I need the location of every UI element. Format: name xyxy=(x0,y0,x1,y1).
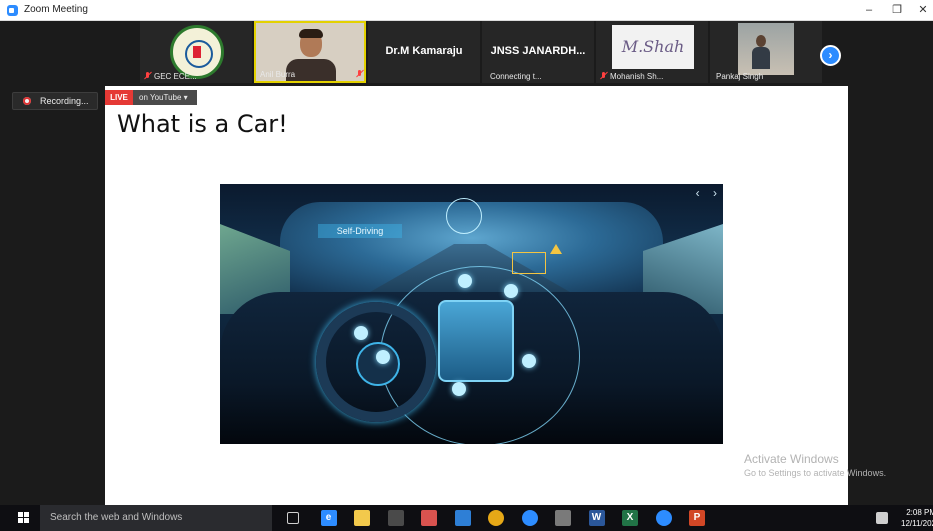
music-icon xyxy=(376,350,390,364)
taskbar-clock[interactable]: 2:08 PM 12/11/202 xyxy=(896,507,933,529)
camera-icon xyxy=(522,354,536,368)
image-nav: ‹ › xyxy=(696,186,717,200)
self-driving-car-image: Self-Driving ‹ › xyxy=(220,184,723,444)
paint-icon[interactable] xyxy=(421,510,437,526)
signature-image: M.Shah xyxy=(612,25,694,69)
powerpoint-icon[interactable]: P xyxy=(689,510,705,526)
participant-status: Connecting t... xyxy=(490,72,542,81)
close-button[interactable]: ✕ xyxy=(910,1,933,20)
window-title: Zoom Meeting xyxy=(24,4,88,15)
muted-mic-icon xyxy=(356,70,363,78)
live-badge: LIVE xyxy=(105,90,133,105)
muted-mic-icon xyxy=(144,72,151,80)
photos-icon[interactable] xyxy=(454,510,471,526)
zoom-app-icon[interactable] xyxy=(655,510,672,526)
chevron-left-icon: ‹ xyxy=(695,186,700,200)
edge-icon[interactable]: e xyxy=(320,510,337,526)
participant-tile[interactable]: GEC ECE... xyxy=(140,21,252,83)
media-player-icon[interactable] xyxy=(555,510,571,526)
watermark-subtitle: Go to Settings to activate Windows. xyxy=(744,468,887,478)
taskbar-search[interactable]: Search the web and Windows xyxy=(40,505,272,531)
participant-strip: GEC ECE... Anil Burra Dr.M Kamaraju JNSS… xyxy=(140,21,840,83)
zoom-logo-icon xyxy=(7,5,18,16)
warning-icon xyxy=(550,244,562,254)
recording-indicator[interactable]: Recording... xyxy=(12,92,98,110)
participant-name: Anil Burra xyxy=(260,70,296,79)
college-logo-icon xyxy=(170,25,224,79)
title-bar: Zoom Meeting – ❐ ✕ xyxy=(0,0,933,21)
participant-name: Mohanish Sh... xyxy=(610,72,664,81)
self-driving-label: Self-Driving xyxy=(318,224,402,238)
participant-display-name: JNSS JANARDH... xyxy=(490,45,586,57)
word-icon[interactable]: W xyxy=(588,510,605,526)
task-view-icon[interactable] xyxy=(287,512,299,524)
watermark-title: Activate Windows xyxy=(744,452,839,466)
participant-tile[interactable]: Dr.M Kamaraju xyxy=(368,21,480,83)
location-icon xyxy=(458,274,472,288)
participant-tile-active-speaker[interactable]: Anil Burra xyxy=(254,21,366,83)
participant-tile[interactable]: JNSS JANARDH... Connecting t... xyxy=(482,21,594,83)
chrome-icon[interactable] xyxy=(488,510,504,526)
slide-title: What is a Car! xyxy=(117,110,288,138)
notification-icon[interactable] xyxy=(876,512,888,524)
chevron-right-icon: › xyxy=(713,186,717,200)
next-participants-button[interactable]: › xyxy=(820,45,841,66)
search-placeholder: Search the web and Windows xyxy=(50,512,183,523)
steering-wheel xyxy=(316,302,436,422)
participant-tile[interactable]: M.Shah Mohanish Sh... xyxy=(596,21,708,83)
activate-windows-watermark: Activate Windows Go to Settings to activ… xyxy=(744,452,933,478)
windows-taskbar: Search the web and Windows e W X P 2:08 PM … xyxy=(0,505,933,531)
record-icon xyxy=(23,97,31,105)
clock-date: 12/11/202 xyxy=(901,519,933,528)
maximize-button[interactable]: ❐ xyxy=(884,1,910,20)
play-icon xyxy=(452,382,466,396)
file-explorer-icon[interactable] xyxy=(354,510,370,526)
settings-icon xyxy=(354,326,368,340)
participant-tile[interactable]: Pankaj Singh xyxy=(710,21,822,83)
clock-time: 2:08 PM xyxy=(906,508,933,517)
zoom-icon[interactable] xyxy=(521,510,538,526)
shared-screen: LIVE on YouTube ▾ What is a Car! Self-Dr… xyxy=(105,86,886,505)
participant-video xyxy=(738,23,794,75)
participant-name: GEC ECE... xyxy=(154,72,197,81)
live-platform-dropdown[interactable]: on YouTube ▾ xyxy=(133,90,197,105)
store-icon[interactable] xyxy=(387,510,404,526)
participant-display-name: Dr.M Kamaraju xyxy=(385,45,463,57)
navigation-screen xyxy=(438,300,514,382)
windows-start-icon[interactable] xyxy=(18,512,30,524)
meeting-area: GEC ECE... Anil Burra Dr.M Kamaraju JNSS… xyxy=(0,21,933,505)
recording-label: Recording... xyxy=(40,96,89,106)
excel-icon[interactable]: X xyxy=(622,510,638,526)
muted-mic-icon xyxy=(600,72,607,80)
wifi-icon xyxy=(504,284,518,298)
minimize-button[interactable]: – xyxy=(856,1,882,20)
participant-name: Pankaj Singh xyxy=(716,72,764,81)
